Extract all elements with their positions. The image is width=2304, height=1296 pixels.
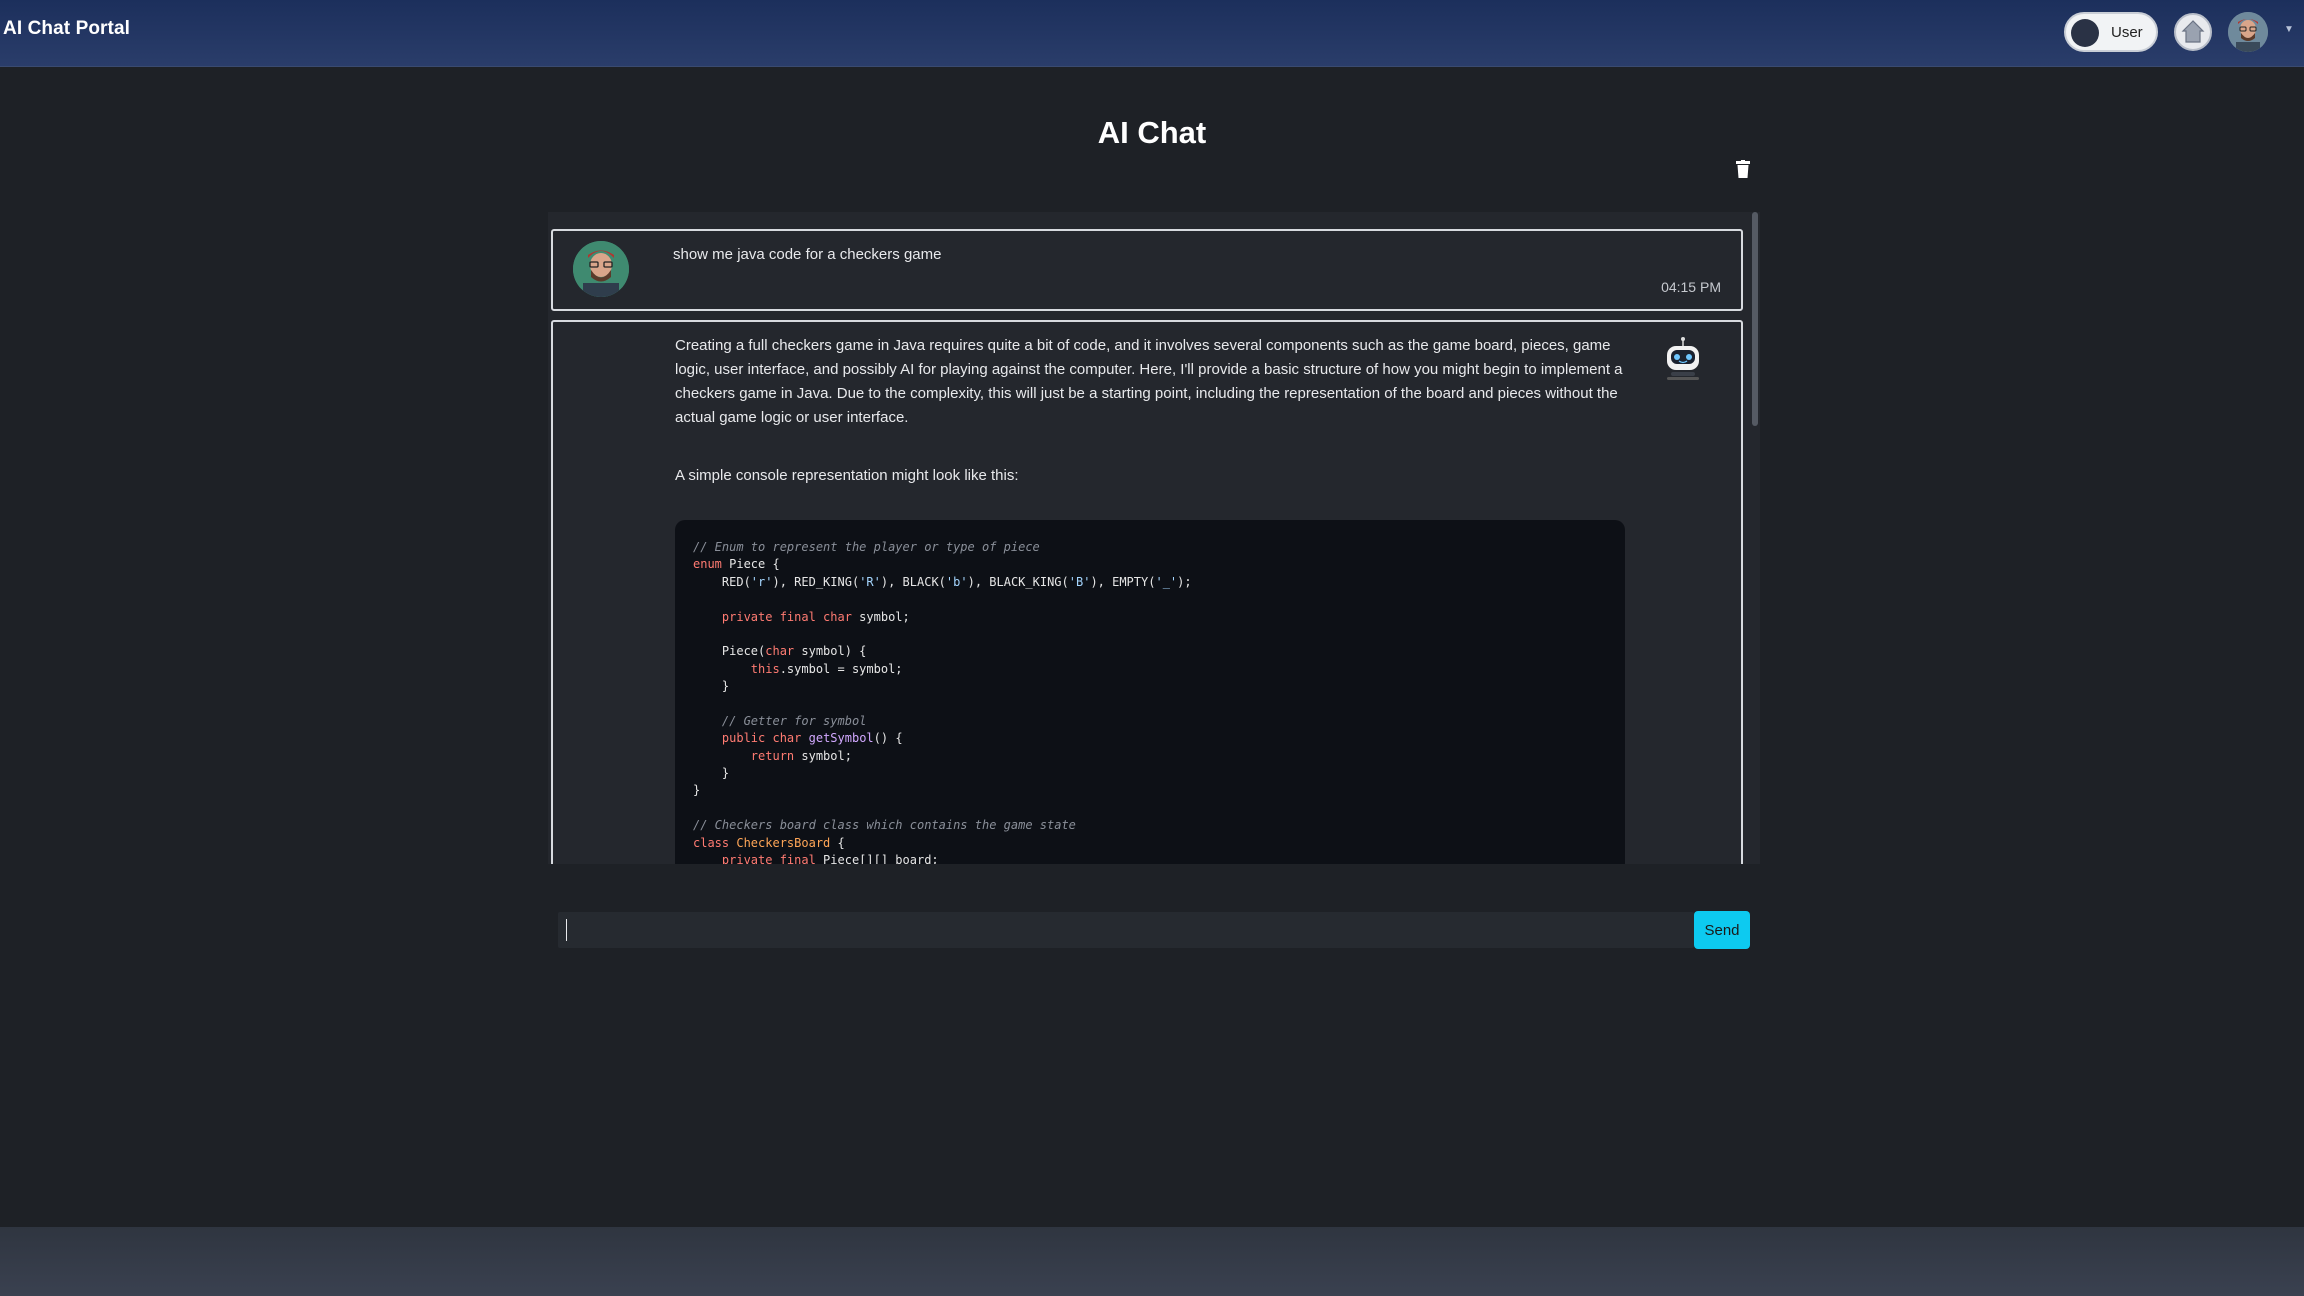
page-footer xyxy=(0,1227,2304,1296)
page-title: AI Chat xyxy=(1097,115,1207,150)
message-input[interactable] xyxy=(558,912,1694,948)
code-line: class CheckersBoard { xyxy=(693,835,845,850)
code-line: private final char symbol; xyxy=(721,609,910,624)
toggle-label: User xyxy=(2111,24,2143,41)
message-composer xyxy=(558,912,1694,948)
code-block[interactable]: // Enum to represent the player or type … xyxy=(675,520,1625,864)
code-line: Piece(char symbol) { xyxy=(693,644,867,659)
code-line: this.symbol = symbol; xyxy=(750,661,903,676)
profile-avatar[interactable] xyxy=(2228,12,2268,52)
role-toggle[interactable]: User xyxy=(2064,12,2158,52)
code-line: RED('r'), RED_KING('R'), BLACK('b'), BLA… xyxy=(693,574,1192,589)
code-line: // Enum to represent the player or type … xyxy=(693,540,1040,554)
bot-message: Creating a full checkers game in Java re… xyxy=(551,320,1743,864)
trash-icon[interactable] xyxy=(1736,160,1750,178)
bot-message-paragraph: A simple console representation might lo… xyxy=(675,467,1019,484)
robot-icon xyxy=(1667,337,1699,380)
text-cursor xyxy=(566,919,567,941)
user-avatar xyxy=(573,241,629,297)
app-brand[interactable]: AI Chat Portal xyxy=(3,18,130,40)
bot-message-paragraph: Creating a full checkers game in Java re… xyxy=(675,337,1623,426)
code-line: private final Piece[][] board; xyxy=(721,853,939,864)
code-line: return symbol; xyxy=(750,748,852,763)
home-button[interactable] xyxy=(2174,13,2212,51)
code-line: } xyxy=(693,783,701,798)
home-icon xyxy=(2181,20,2205,43)
user-message: show me java code for a checkers game 04… xyxy=(551,229,1743,311)
toggle-knob xyxy=(2071,19,2099,47)
user-message-text: show me java code for a checkers game xyxy=(673,246,942,263)
code-line: enum Piece { xyxy=(693,557,780,572)
chat-history[interactable]: show me java code for a checkers game 04… xyxy=(548,212,1760,864)
chevron-down-icon[interactable]: ▼ xyxy=(2284,24,2294,35)
chat-scrollbar-thumb[interactable] xyxy=(1752,212,1758,426)
code-line: // Checkers board class which contains t… xyxy=(693,818,1076,833)
code-line: } xyxy=(693,679,730,694)
code-line: public char getSymbol() { xyxy=(721,731,903,746)
code-line: } xyxy=(693,766,730,781)
code-line: // Getter for symbol xyxy=(693,713,867,728)
message-timestamp: 04:15 PM xyxy=(1661,279,1721,295)
top-navbar: AI Chat Portal User ▼ xyxy=(0,0,2304,67)
send-button[interactable]: Send xyxy=(1694,911,1750,949)
